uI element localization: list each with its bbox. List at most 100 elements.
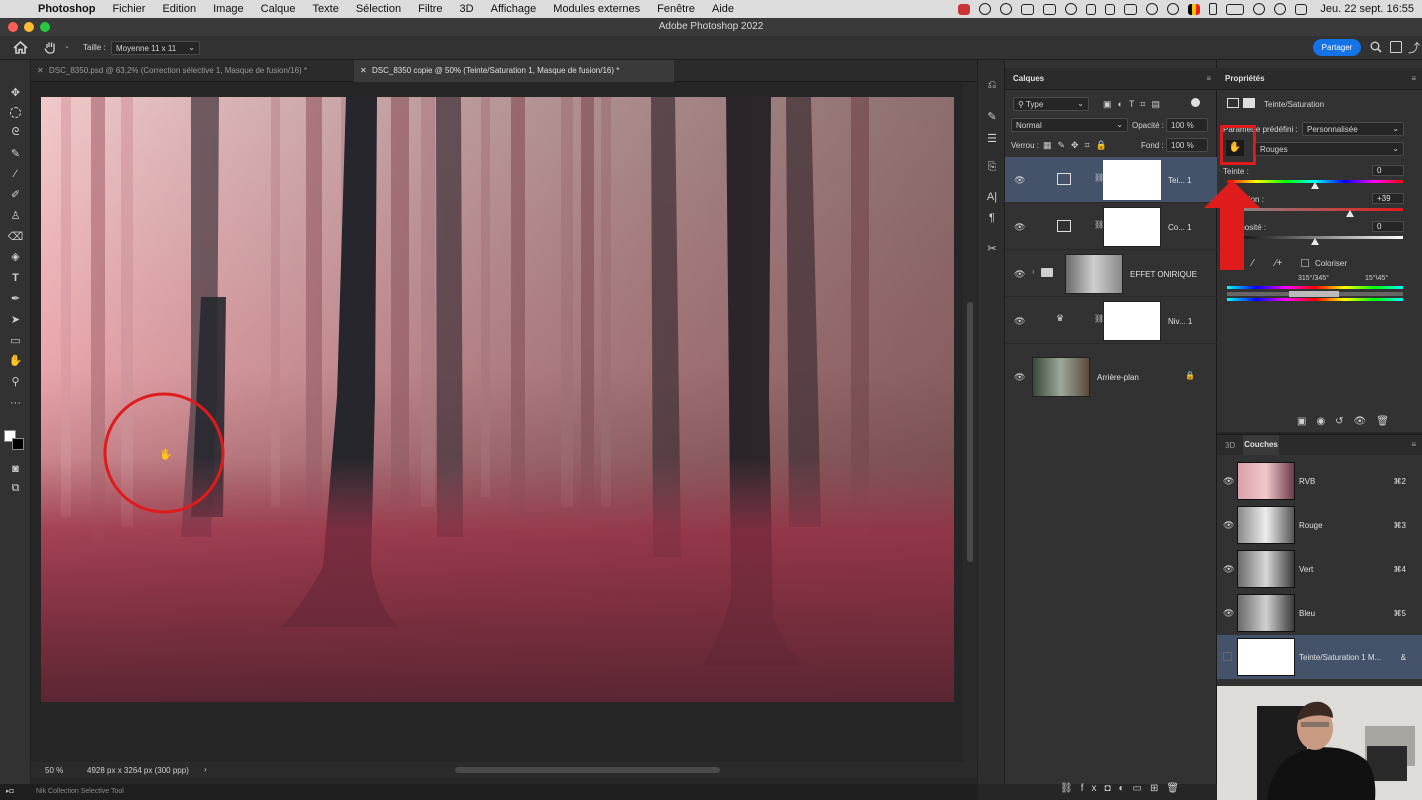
menu-affichage[interactable]: Affichage <box>491 3 537 15</box>
menu-edition[interactable]: Edition <box>162 3 196 15</box>
adjustments-icon[interactable]: ☰ <box>985 132 999 146</box>
binoculars-icon[interactable] <box>1086 3 1097 15</box>
eyedropper-icon[interactable]: ⁄ <box>1252 258 1254 269</box>
home-icon[interactable] <box>13 40 28 54</box>
plugin-label[interactable]: Nik Collection Selective Tool <box>36 788 124 795</box>
channel-row-blue[interactable]: 👁 Bleu ⌘5 <box>1217 591 1422 635</box>
eraser-tool-icon[interactable]: ⌫ <box>7 228 24 245</box>
document-icon[interactable] <box>1105 3 1116 15</box>
layer-row-levels[interactable]: 👁 ♛ ⛓ Niv... 1 <box>1005 298 1217 344</box>
properties-actions-icons[interactable]: ▣◉↺👁🗑 <box>1297 416 1399 427</box>
tab-dsc8350-copie[interactable]: ✕ DSC_8350 copie @ 50% (Teinte/Saturatio… <box>354 60 674 82</box>
butterfly-icon[interactable] <box>979 3 992 15</box>
colorize-checkbox[interactable] <box>1301 259 1309 267</box>
quick-mask-icon[interactable]: ◙ <box>7 460 24 477</box>
menu-modules-externes[interactable]: Modules externes <box>553 3 640 15</box>
rectangle-tool-icon[interactable]: ▭ <box>7 332 24 349</box>
history-icon[interactable]: ⎌ <box>985 78 999 92</box>
menu-image[interactable]: Image <box>213 3 244 15</box>
brush-settings-icon[interactable]: ✎ <box>985 110 999 124</box>
workspace-icon[interactable] <box>1390 41 1402 53</box>
layer-mask-thumbnail[interactable] <box>1103 207 1161 247</box>
scroll-thumb[interactable] <box>967 302 973 562</box>
visibility-eye-icon[interactable]: 👁 <box>1014 175 1025 185</box>
menu-fichier[interactable]: Fichier <box>112 3 145 15</box>
type-tool-icon[interactable]: T <box>7 269 24 286</box>
visibility-eye-icon[interactable]: 👁 <box>1014 222 1025 232</box>
layer-name[interactable]: Tei... 1 <box>1168 176 1192 185</box>
tools-settings-icon[interactable]: ✂ <box>985 242 999 256</box>
color-range-dropdown[interactable]: Rouges ⌄ <box>1255 142 1404 156</box>
app-status-icon[interactable] <box>958 3 971 15</box>
video-icon[interactable] <box>1021 3 1035 15</box>
saturation-value-field[interactable]: +39 <box>1372 193 1404 204</box>
preset-dropdown[interactable]: Personnalisée ⌄ <box>1302 122 1404 136</box>
visibility-eye-icon[interactable]: 👁 <box>1223 476 1234 486</box>
layer-name[interactable]: EFFET ONIRIQUE <box>1130 270 1197 279</box>
chevron-right-icon[interactable]: › <box>1032 267 1035 276</box>
stamp-tool-icon[interactable]: ♙ <box>7 207 24 224</box>
layer-thumbnail[interactable] <box>1032 357 1090 397</box>
brush-tool-icon[interactable]: ✐ <box>7 186 24 203</box>
menu-aide[interactable]: Aide <box>712 3 734 15</box>
display-icon[interactable] <box>1124 3 1138 15</box>
layer-name[interactable]: Co... 1 <box>1168 223 1192 232</box>
search-icon[interactable] <box>1274 3 1287 15</box>
status-menu-arrow[interactable]: › <box>204 765 207 774</box>
panel-menu-icon[interactable]: ≡ <box>1411 440 1416 449</box>
minimize-window-button[interactable] <box>24 22 34 32</box>
background-color-swatch[interactable] <box>12 438 24 450</box>
layer-mask-thumbnail[interactable] <box>1103 160 1161 200</box>
menu-calque[interactable]: Calque <box>261 3 296 15</box>
zoom-tool-icon[interactable]: ⚲ <box>7 373 24 390</box>
paragraph-icon[interactable]: ¶ <box>985 211 999 225</box>
channel-row-mask[interactable]: Teinte/Saturation 1 M... & <box>1217 635 1422 679</box>
broadcast-icon[interactable] <box>1167 3 1180 15</box>
screen-mode-icon[interactable]: ⧉ <box>7 480 24 497</box>
range-selection[interactable] <box>1289 291 1339 297</box>
belgian-flag-icon[interactable] <box>1188 3 1201 15</box>
horizontal-scrollbar[interactable] <box>455 767 720 773</box>
move-tool-icon[interactable]: ✥ <box>7 84 24 101</box>
color-range-slider[interactable] <box>1227 291 1403 297</box>
lasso-tool-icon[interactable]: ᘓ <box>7 124 24 141</box>
visibility-eye-icon[interactable]: 👁 <box>1223 520 1234 530</box>
quick-selection-tool-icon[interactable]: ✎ <box>7 145 24 162</box>
size-dropdown[interactable]: Moyenne 11 x 11 ⌄ <box>111 41 200 55</box>
fill-field[interactable]: 100 % <box>1166 138 1208 152</box>
tab-channels[interactable]: Couches <box>1243 435 1279 455</box>
blend-mode-dropdown[interactable]: Normal ⌄ <box>1011 118 1128 132</box>
filter-toggle-icon[interactable] <box>1191 98 1200 107</box>
group-thumbnail[interactable] <box>1065 254 1123 294</box>
menu-3d[interactable]: 3D <box>460 3 474 15</box>
character-icon[interactable]: A| <box>985 190 999 204</box>
layer-name[interactable]: Niv... 1 <box>1168 317 1192 326</box>
pen-tool-icon[interactable]: ✒ <box>7 290 24 307</box>
control-center-icon[interactable] <box>1295 3 1308 15</box>
eyedropper-tool-icon[interactable]: ⁄ <box>7 165 24 182</box>
close-icon[interactable]: ✕ <box>360 60 367 82</box>
panel-menu-icon[interactable]: ≡ <box>1206 74 1211 83</box>
saturation-slider-knob[interactable] <box>1346 210 1355 217</box>
menu-texte[interactable]: Texte <box>313 3 339 15</box>
layer-filter-dropdown[interactable]: ⚲ Type ⌄ <box>1013 97 1089 111</box>
visibility-toggle[interactable] <box>1223 652 1232 661</box>
wifi-icon[interactable] <box>1253 3 1266 15</box>
channel-row-rgb[interactable]: 👁 RVB ⌘2 <box>1217 459 1422 503</box>
lightness-slider-knob[interactable] <box>1311 238 1319 245</box>
layer-filter-icons[interactable]: ▣◐T⌗▤ <box>1103 99 1166 110</box>
hue-value-field[interactable]: 0 <box>1372 165 1404 176</box>
mask-icon[interactable] <box>1243 98 1255 108</box>
opacity-field[interactable]: 100 % <box>1166 118 1208 132</box>
path-selection-tool-icon[interactable]: ➤ <box>7 311 24 328</box>
layer-row-effet-onirique[interactable]: 👁 › EFFET ONIRIQUE <box>1005 251 1217 297</box>
layer-row-selective-correction[interactable]: 👁 ⛓ Co... 1 <box>1005 204 1217 250</box>
screen-record-icon[interactable] <box>1043 3 1057 15</box>
eyedropper-add-icon[interactable]: ⁄+ <box>1275 258 1283 269</box>
apple-icon[interactable] <box>12 1 28 17</box>
visibility-eye-icon[interactable]: 👁 <box>1014 269 1025 279</box>
search-icon[interactable] <box>1370 41 1382 53</box>
visibility-eye-icon[interactable]: 👁 <box>1223 608 1234 618</box>
menu-selection[interactable]: Sélection <box>356 3 401 15</box>
layer-actions-icons[interactable]: ⛓fx◘◐▭⊞🗑 <box>1060 783 1187 794</box>
